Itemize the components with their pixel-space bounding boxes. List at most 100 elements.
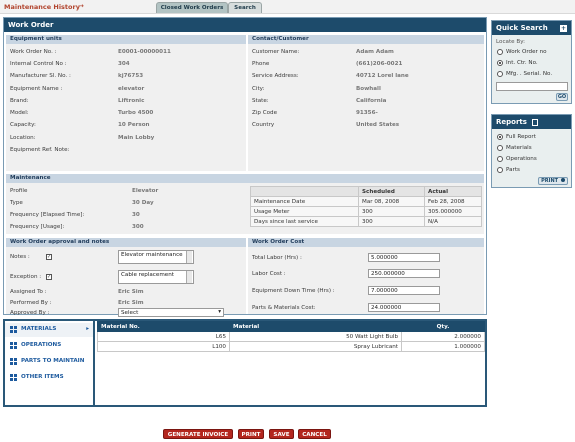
schedule-table: Scheduled Actual Maintenance Date Mar 08… [250,186,482,227]
table-cell: Maintenance Date [250,196,359,207]
field-profile: Profile Elevator [10,188,159,194]
search-add-icon[interactable]: + [560,25,567,32]
arrow-circle-icon [560,178,565,182]
labor-cost-input[interactable]: 250.000000 [368,269,440,278]
tab-search[interactable]: Search [228,2,262,13]
materials-area: MATERIALS ▸ OPERATIONS PARTS TO MAINTAIN… [3,319,487,407]
table-row: Maintenance Date Mar 08, 2008 Feb 28, 20… [250,196,482,207]
table-cell: Feb 28, 2008 [424,196,482,207]
radio-full-report[interactable] [497,134,503,140]
menu-item-label: PARTS TO MAINTAIN [21,358,85,364]
menu-item-other-items[interactable]: OTHER ITEMS [5,371,93,385]
table-row[interactable]: L100 Spray Lubricant 1.000000 [97,341,485,352]
save-button[interactable]: SAVE [269,429,294,439]
grid-icon [10,374,17,381]
exception-textarea[interactable]: Cable replacement [118,270,194,284]
field-performed-by: Performed By : Eric Sim [10,300,144,306]
table-cell: 300 [358,206,425,217]
reports-title: Reports [492,115,571,129]
schedule-header-scheduled: Scheduled [358,186,425,197]
exception-scrollbar[interactable] [186,271,192,283]
field-manufacturer-serial: Manufacturer Sl. No. : kj76753 [10,73,144,79]
radio-mfg-serial-no[interactable] [497,71,503,77]
go-button[interactable]: GO [556,93,568,101]
print-report-button[interactable]: PRINT [538,177,568,185]
down-time-input[interactable]: 7.000000 [368,286,440,295]
quick-search-box: Quick Search + Locate By: Work Order no … [491,20,572,104]
table-row[interactable]: L65 50 Watt Light Bulb 2.000000 [97,331,485,342]
maintenance-section: Maintenance Profile Elevator Type 30 Day F… [6,174,484,234]
table-row: Usage Meter 300 305.000000 [250,206,482,217]
print-button[interactable]: PRINT [238,429,264,439]
schedule-header-blank [250,186,359,197]
notes-scrollbar[interactable] [186,251,192,263]
arrow-right-icon: → [78,2,84,10]
approved-by-select[interactable]: Select ▾ [118,308,224,317]
materials-menu: MATERIALS ▸ OPERATIONS PARTS TO MAINTAIN… [5,321,95,405]
menu-item-label: OPERATIONS [21,342,62,348]
cancel-button[interactable]: CANCEL [298,429,331,439]
field-state: State: California [252,98,387,104]
radio-label: Materials [506,145,532,151]
document-icon [532,118,539,126]
down-time-label: Equipment Down Time (Hrs) : [252,288,335,294]
header-qty: Qty. [401,321,485,332]
table-cell: Days since last service [250,216,359,227]
header-material-no: Material No. [97,321,230,332]
field-zip-code: Zip Code 91356- [252,110,378,116]
table-cell: 50 Watt Light Bulb [229,331,402,342]
work-order-panel: Work Order Equipment units Work Order No… [3,17,487,317]
total-labor-input[interactable]: 5.000000 [368,253,440,262]
field-equipment-ref-note: Equipment Ref. Note: [10,147,70,153]
table-cell: 1.000000 [401,341,485,352]
menu-item-operations[interactable]: OPERATIONS [5,339,93,353]
notes-checkbox[interactable]: ✓ [46,254,52,260]
menu-item-parts-to-maintain[interactable]: PARTS TO MAINTAIN [5,355,93,369]
cost-section-title: Work Order Cost [248,238,484,247]
radio-label: Full Report [506,134,536,140]
reports-title-text: Reports [496,118,527,126]
radio-label: Work Order no [506,49,547,55]
locate-by-label: Locate By: [496,39,525,45]
field-model: Model: Turbo 4500 [10,110,154,116]
field-service-address: Service Address: 40712 Lorel lane [252,73,409,79]
grid-icon [10,358,17,365]
table-cell: Usage Meter [250,206,359,217]
field-frequency-elapsed: Frequency [Elapsed Time]: 30 [10,212,140,218]
table-cell: N/A [424,216,482,227]
exception-label: Exception : [10,274,42,280]
radio-int-ctr-no[interactable] [497,60,503,66]
table-cell: Spray Lubricant [229,341,402,352]
table-cell: 300 [358,216,425,227]
radio-label: Int. Ctr. No. [506,60,538,66]
generate-invoice-button[interactable]: GENERATE INVOICE [163,429,233,439]
table-cell: Mar 08, 2008 [358,196,425,207]
tab-closed-work-orders[interactable]: Closed Work Orders [156,2,228,13]
parts-cost-label: Parts & Materials Cost: [252,305,316,311]
equipment-section: Equipment units Work Order No. : E0001-00… [6,35,246,171]
search-input[interactable] [496,82,568,91]
cost-section: Work Order Cost Total Labor (Hrs) : 5.00… [248,238,484,314]
parts-cost-input[interactable]: 24.000000 [368,303,440,312]
grid-icon [10,326,17,333]
field-internal-control-no: Internal Control No :304 [10,61,130,67]
schedule-header-actual: Actual [424,186,482,197]
notes-label: Notes : [10,254,30,260]
table-cell: 305.000000 [424,206,482,217]
radio-parts[interactable] [497,167,503,173]
field-country: Country United States [252,122,400,128]
labor-cost-label: Labor Cost : [252,271,286,277]
exception-checkbox[interactable]: ✓ [46,274,52,280]
radio-operations[interactable] [497,156,503,162]
print-report-label: PRINT [541,178,559,184]
chevron-right-icon: ▸ [86,326,89,332]
menu-item-materials[interactable]: MATERIALS ▸ [5,323,93,337]
chevron-down-icon: ▾ [218,309,221,315]
field-work-order-no: Work Order No. : E0001-00000011 [10,49,171,55]
radio-work-order-no[interactable] [497,49,503,55]
radio-materials[interactable] [497,145,503,151]
header-material: Material [229,321,402,332]
notes-textarea[interactable]: Elevator maintenance [118,250,194,264]
field-assigned-to: Assigned To : Eric Sim [10,289,144,295]
materials-table: Material No. Material Qty. L65 50 Watt L… [97,321,485,352]
